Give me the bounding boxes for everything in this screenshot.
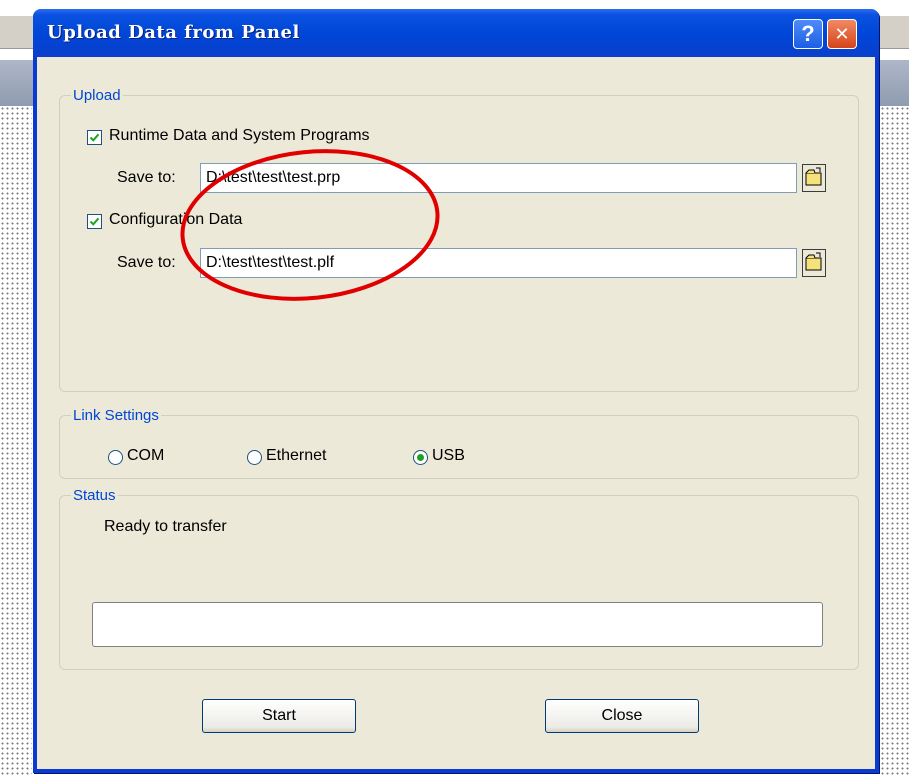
config-save-to-label: Save to:: [117, 254, 176, 271]
radio-usb-label: USB: [432, 447, 465, 464]
radio-ethernet-label: Ethernet: [266, 447, 327, 464]
runtime-save-path-input[interactable]: D:\test\test\test.prp: [200, 163, 797, 193]
check-icon: [89, 133, 100, 142]
close-button[interactable]: Close: [545, 699, 699, 733]
help-icon: ?: [801, 21, 815, 46]
runtime-data-label: Runtime Data and System Programs: [109, 127, 370, 144]
close-window-button[interactable]: ✕: [827, 19, 857, 49]
title-bar[interactable]: Upload Data from Panel ? ✕: [33, 9, 879, 57]
dialog-title: Upload Data from Panel: [47, 22, 300, 43]
radio-com-label: COM: [127, 447, 165, 464]
status-text: Ready to transfer: [104, 518, 227, 535]
close-icon: ✕: [834, 23, 850, 44]
help-button[interactable]: ?: [793, 19, 823, 49]
runtime-data-checkbox[interactable]: [87, 130, 102, 145]
background-grid-right: [880, 106, 909, 776]
config-browse-button[interactable]: [802, 249, 826, 277]
runtime-save-to-label: Save to:: [117, 169, 176, 186]
radio-ethernet[interactable]: [247, 450, 262, 465]
dialog-client-area: Upload Runtime Data and System Programs …: [37, 57, 875, 769]
upload-group-legend: Upload: [71, 87, 123, 104]
runtime-browse-button[interactable]: [802, 164, 826, 192]
status-legend: Status: [71, 487, 118, 504]
background-grid-left: [0, 106, 32, 776]
config-save-path-input[interactable]: D:\test\test\test.plf: [200, 248, 797, 278]
folder-browse-icon: [805, 252, 822, 271]
radio-com[interactable]: [108, 450, 123, 465]
upload-dialog: Upload Data from Panel ? ✕ Upload Runtim…: [33, 9, 879, 773]
progress-bar: [92, 602, 823, 647]
folder-browse-icon: [805, 167, 822, 186]
radio-usb[interactable]: [413, 450, 428, 465]
configuration-data-label: Configuration Data: [109, 211, 243, 228]
check-icon: [89, 217, 100, 226]
configuration-data-checkbox[interactable]: [87, 214, 102, 229]
radio-selected-dot: [417, 454, 424, 461]
start-button[interactable]: Start: [202, 699, 356, 733]
link-settings-legend: Link Settings: [71, 407, 161, 424]
